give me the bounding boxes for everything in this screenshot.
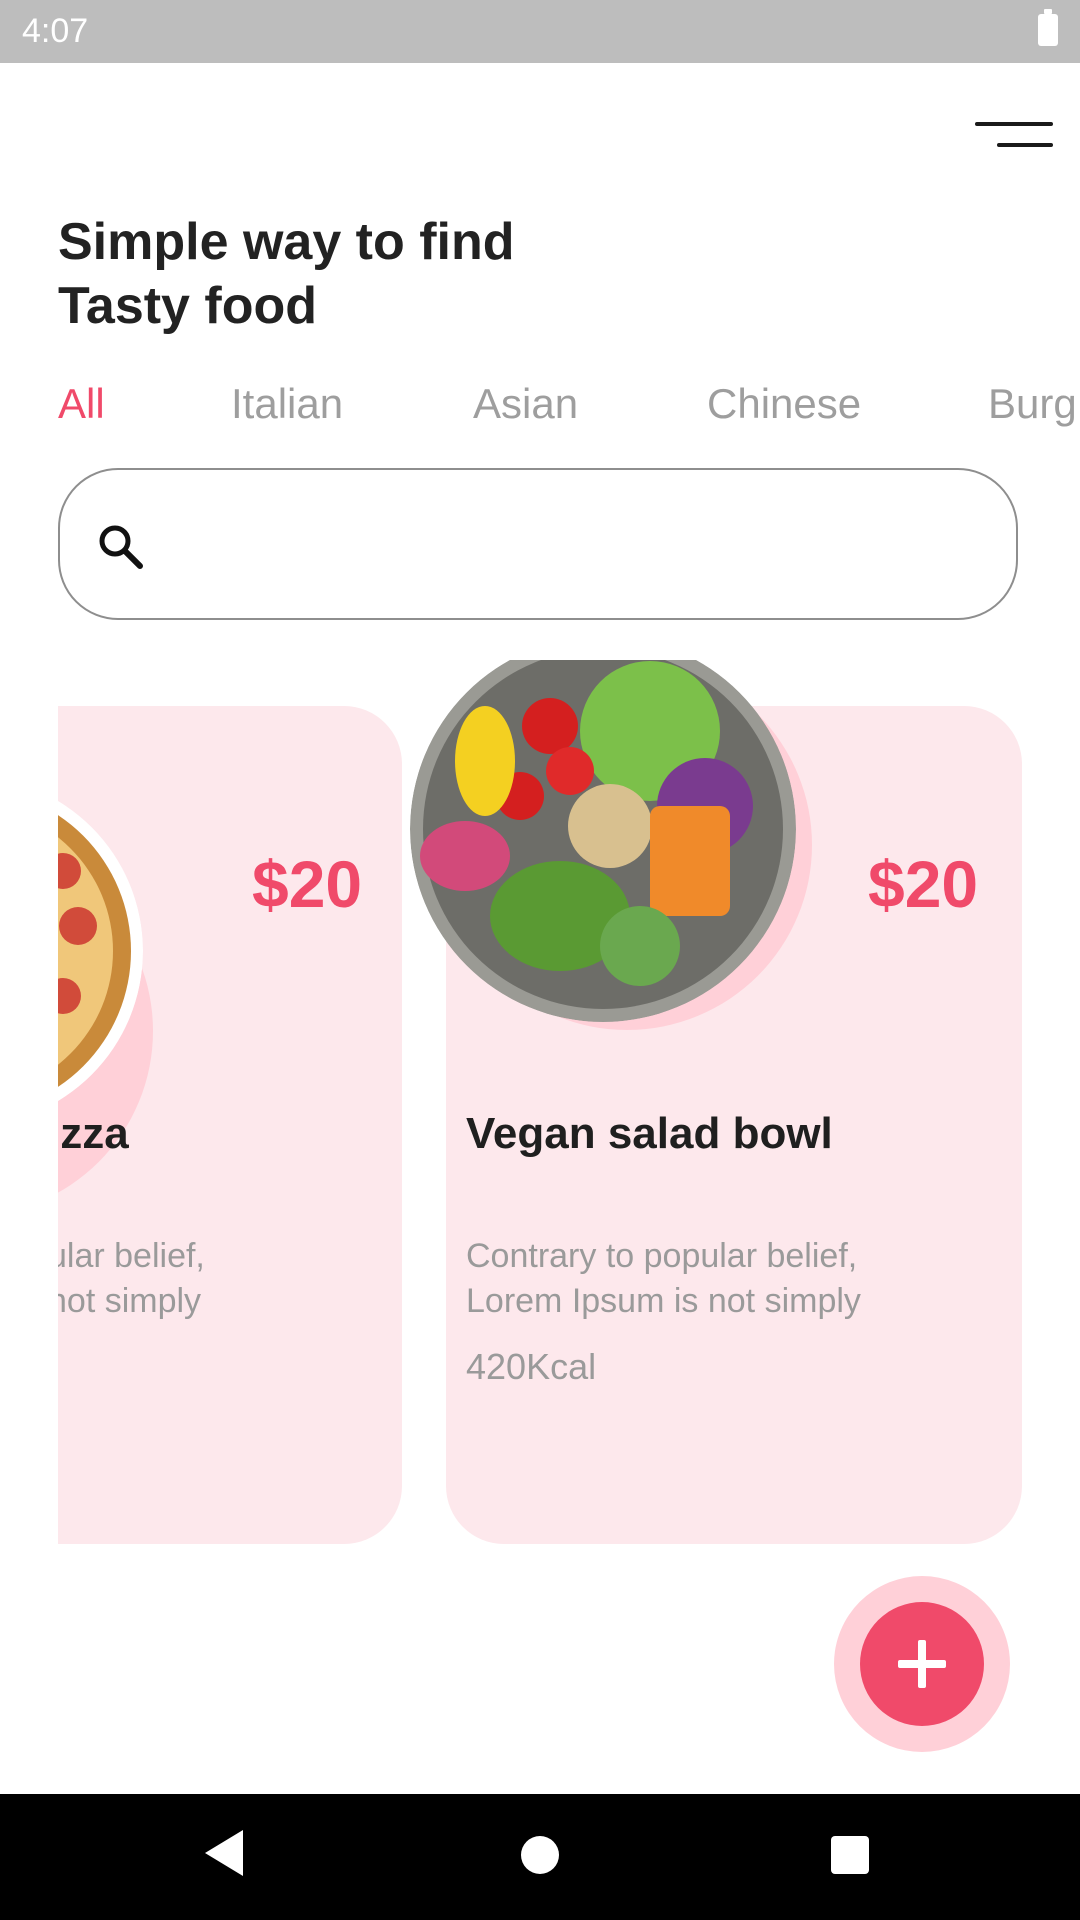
status-bar: 4:07 [0,0,1080,63]
headline-line-1: Simple way to find [58,213,515,271]
food-name: izza [58,1109,129,1158]
headline-line-2: Tasty food [58,277,318,335]
calorie-count: 420Kcal [466,1346,597,1387]
status-time: 4:07 [22,12,89,50]
search-icon [99,525,143,569]
tab-italian[interactable]: Italian [231,380,343,428]
page-title: Simple way to find Tasty food [58,210,758,338]
food-name: Vegan salad bowl [466,1109,833,1158]
menu-icon[interactable] [973,118,1053,154]
category-tabs: All Italian Asian Chinese Burg [0,380,1080,440]
add-button[interactable] [860,1602,984,1726]
price: $20 [252,847,363,921]
tab-chinese[interactable]: Chinese [707,380,861,428]
search-input[interactable] [58,468,1018,620]
add-button-ring [834,1576,1010,1752]
back-icon[interactable] [205,1830,245,1876]
food-description: ular belief, not simply [58,1237,205,1320]
food-description: Contrary to popular belief, Lorem Ipsum … [466,1237,861,1320]
battery-icon [1038,9,1058,46]
price: $20 [868,847,979,921]
tab-all[interactable]: All [58,380,105,428]
food-card-vegan-salad-bowl[interactable]: $20 Vegan salad bowl Contrary to popular… [410,660,1022,1544]
tab-burger[interactable]: Burg [988,380,1077,428]
food-card-pizza[interactable]: $20 izza ular belief, not simply [58,706,402,1544]
home-icon[interactable] [521,1836,559,1874]
navigation-bar [0,1794,1080,1920]
food-carousel[interactable]: $20 izza ular belief, not simply [58,660,1022,1560]
recent-apps-icon[interactable] [831,1836,869,1874]
tab-asian[interactable]: Asian [473,380,578,428]
